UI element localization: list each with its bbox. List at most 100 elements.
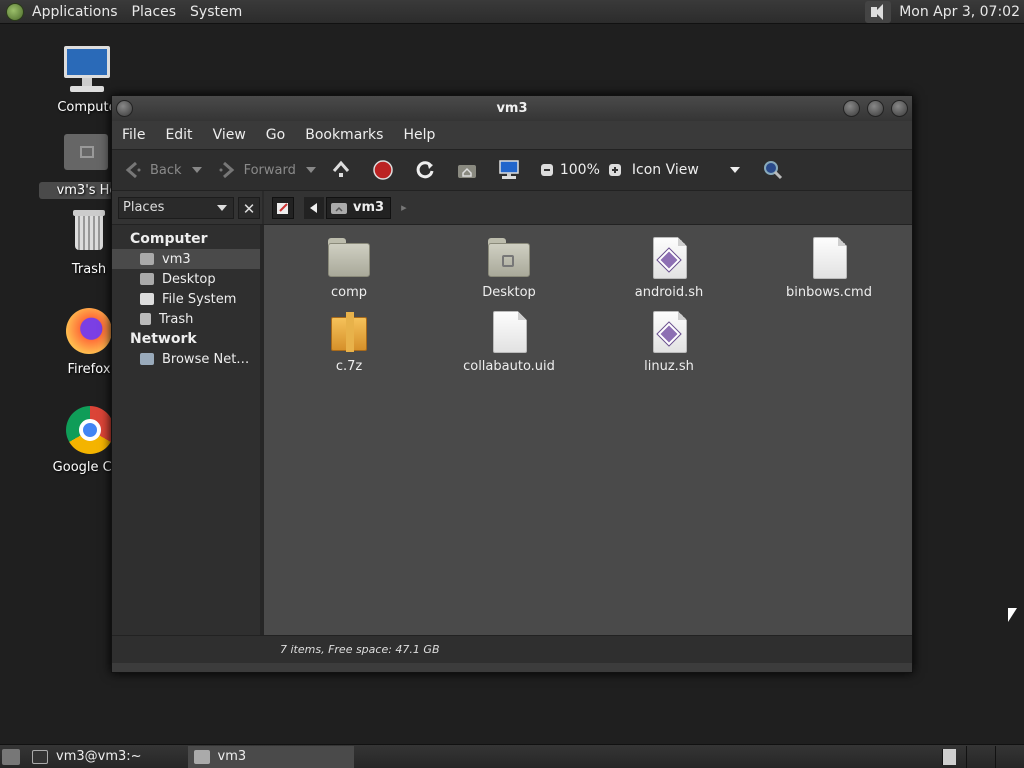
search-icon	[762, 159, 784, 181]
applications-menu[interactable]: Applications	[32, 4, 118, 20]
file-name: binbows.cmd	[786, 285, 872, 300]
document-icon	[807, 237, 851, 279]
up-arrow-icon	[330, 159, 352, 181]
file-item[interactable]: Desktop	[449, 237, 569, 300]
menubar: File Edit View Go Bookmarks Help	[112, 121, 912, 149]
reload-button[interactable]	[414, 159, 442, 181]
pencil-icon	[277, 202, 288, 214]
forward-button[interactable]: Forward	[216, 159, 316, 181]
titlebar[interactable]: vm3	[112, 96, 912, 121]
chevron-down-icon	[729, 167, 740, 173]
close-button[interactable]	[891, 100, 908, 117]
panel-menus: Applications Places System	[32, 0, 256, 24]
sidebar-heading-computer: Computer	[130, 231, 208, 247]
home-folder-icon	[331, 203, 347, 214]
clock[interactable]: Mon Apr 3, 07:02	[899, 4, 1020, 20]
file-item[interactable]: linuz.sh	[609, 311, 729, 374]
file-item[interactable]: c.7z	[289, 311, 409, 374]
file-name: linuz.sh	[644, 359, 694, 374]
sidebar-item-browse-network[interactable]: Browse Net…	[112, 349, 260, 369]
system-menu[interactable]: System	[190, 4, 242, 20]
sidebar-item-label: File System	[162, 291, 237, 307]
file-item[interactable]: comp	[289, 237, 409, 300]
drive-icon	[140, 293, 154, 305]
show-desktop-button[interactable]	[2, 748, 20, 765]
breadcrumb-item-vm3[interactable]: vm3	[326, 196, 392, 219]
menu-bookmarks[interactable]: Bookmarks	[305, 127, 383, 143]
maximize-button[interactable]	[867, 100, 884, 117]
window-menu-button[interactable]	[116, 100, 133, 117]
chevron-left-icon	[310, 202, 317, 213]
computer-icon	[62, 46, 112, 96]
view-mode-label: Icon View	[631, 162, 699, 178]
forward-history-dropdown-icon[interactable]	[305, 167, 316, 173]
chevron-down-icon	[217, 204, 227, 211]
back-label: Back	[150, 162, 182, 178]
close-sidebar-button[interactable]: ✕	[238, 196, 260, 219]
sidebar-item-trash[interactable]: Trash	[112, 309, 260, 329]
chrome-icon	[64, 406, 114, 456]
sidebar-item-label: vm3	[162, 251, 191, 267]
gnome-foot-icon[interactable]	[6, 2, 24, 21]
file-icon-view[interactable]: comp Desktop android.sh binbows.cmd c.7z	[264, 225, 912, 635]
mouse-pointer-icon	[1008, 608, 1017, 622]
terminal-icon	[32, 749, 48, 764]
sidebar-item-desktop[interactable]: Desktop	[112, 269, 260, 289]
trash-icon	[140, 313, 151, 325]
reload-icon	[414, 159, 436, 181]
location-bar: Places ✕ vm3 ▸	[112, 191, 912, 225]
menu-file[interactable]: File	[122, 127, 145, 143]
menu-view[interactable]: View	[213, 127, 246, 143]
edit-location-button[interactable]	[272, 196, 294, 219]
file-name: comp	[330, 285, 368, 300]
up-button[interactable]	[330, 159, 358, 181]
minimize-button[interactable]	[843, 100, 860, 117]
breadcrumb-scroll-left-button[interactable]	[304, 196, 324, 219]
file-manager-window: vm3 File Edit View Go Bookmarks Help Bac…	[111, 95, 913, 673]
sidebar-item-file-system[interactable]: File System	[112, 289, 260, 309]
folder-icon	[193, 749, 210, 764]
zoom-in-button[interactable]	[608, 163, 622, 177]
taskbar-item-file-manager[interactable]: vm3	[187, 745, 354, 768]
search-button[interactable]	[762, 159, 790, 181]
shell-script-icon	[647, 237, 691, 279]
sidebar-item-label: Trash	[159, 311, 194, 327]
breadcrumb-scroll-right-button[interactable]: ▸	[401, 201, 407, 214]
taskbar-item-terminal[interactable]: vm3@vm3:~	[26, 746, 148, 768]
zoom-out-button[interactable]	[540, 163, 554, 177]
volume-icon[interactable]	[865, 0, 892, 23]
zoom-out-icon	[540, 163, 554, 177]
breadcrumb-label: vm3	[353, 200, 385, 215]
folder-icon	[327, 237, 371, 279]
firefox-icon	[64, 308, 114, 358]
desktop-folder-icon	[140, 273, 154, 285]
taskbar-item-label: vm3@vm3:~	[56, 749, 142, 764]
workspace-3[interactable]	[995, 745, 1024, 768]
workspace-switcher[interactable]	[940, 745, 1024, 768]
main-area: Computer vm3 Desktop File System Trash N…	[112, 225, 912, 635]
top-panel: Applications Places System Mon Apr 3, 07…	[0, 0, 1024, 24]
menu-go[interactable]: Go	[266, 127, 285, 143]
file-item[interactable]: android.sh	[609, 237, 729, 300]
back-button[interactable]: Back	[122, 159, 202, 181]
menu-help[interactable]: Help	[403, 127, 435, 143]
home-button[interactable]	[456, 159, 484, 181]
file-item[interactable]: binbows.cmd	[769, 237, 889, 300]
sidebar-item-vm3[interactable]: vm3	[112, 249, 260, 269]
workspace-2[interactable]	[966, 745, 995, 768]
places-menu[interactable]: Places	[132, 4, 177, 20]
breadcrumb: vm3 ▸	[264, 191, 407, 224]
menu-edit[interactable]: Edit	[165, 127, 192, 143]
places-selector-label: Places	[123, 200, 165, 215]
stop-button[interactable]	[372, 159, 400, 181]
bottom-panel: vm3@vm3:~ vm3	[0, 744, 1024, 768]
places-selector[interactable]: Places	[118, 196, 234, 219]
file-item[interactable]: collabauto.uid	[449, 311, 569, 374]
back-history-dropdown-icon[interactable]	[191, 167, 202, 173]
network-icon	[140, 353, 154, 365]
trash-icon	[64, 208, 114, 258]
view-mode-dropdown[interactable]: Icon View	[632, 162, 740, 178]
workspace-1[interactable]	[942, 748, 956, 765]
computer-button[interactable]	[498, 159, 526, 181]
places-sidebar: Computer vm3 Desktop File System Trash N…	[112, 225, 264, 635]
